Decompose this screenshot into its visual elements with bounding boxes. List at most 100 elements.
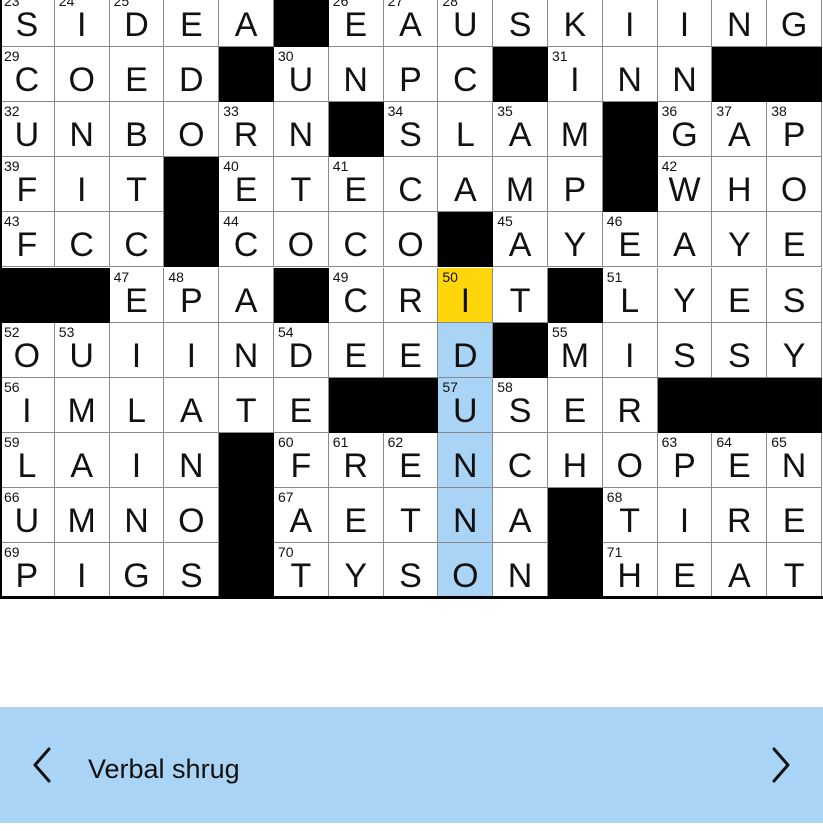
grid-cell[interactable]: R — [602, 377, 658, 433]
grid-cell[interactable]: C — [493, 432, 548, 488]
grid-cell[interactable]: 32 U — [0, 102, 55, 158]
grid-cell[interactable]: T — [219, 377, 274, 433]
grid-cell[interactable]: 36 G — [657, 102, 713, 158]
grid-cell[interactable]: M — [548, 102, 603, 158]
grid-cell[interactable]: S — [767, 267, 822, 323]
grid-cell[interactable]: T — [383, 487, 439, 543]
grid-cell[interactable]: Y — [657, 267, 713, 323]
grid-cell[interactable]: 38 P — [767, 102, 822, 158]
grid-cell[interactable]: A — [493, 487, 548, 543]
grid-cell[interactable]: N — [54, 102, 110, 158]
grid-cell[interactable]: 41 E — [328, 157, 384, 213]
grid-cell[interactable]: E — [657, 543, 713, 599]
grid-cell[interactable]: E — [383, 322, 439, 378]
grid-cell[interactable]: E — [548, 377, 603, 433]
grid-cell[interactable]: 45 A — [493, 212, 548, 268]
grid-cell[interactable]: E — [712, 267, 768, 323]
grid-cell[interactable]: M — [54, 377, 110, 433]
grid-cell[interactable]: 69 P — [0, 543, 55, 599]
grid-cell[interactable]: M — [493, 157, 548, 213]
grid-cell[interactable]: G — [109, 543, 165, 599]
chevron-left-icon[interactable] — [12, 707, 72, 823]
grid-cell[interactable]: 39 F — [0, 157, 55, 213]
grid-cell[interactable]: I — [657, 487, 713, 543]
grid-cell[interactable]: S — [712, 322, 768, 378]
grid-cell[interactable]: 64 E — [712, 432, 768, 488]
grid-cell[interactable]: 24 I — [54, 0, 110, 48]
grid-cell[interactable]: T — [493, 267, 548, 323]
grid-cell[interactable]: A — [712, 543, 768, 599]
grid-cell[interactable]: G — [767, 0, 822, 48]
grid-cell[interactable]: 67 A — [274, 487, 329, 543]
grid-cell[interactable]: 65 N — [767, 432, 822, 488]
grid-cell[interactable]: T — [274, 157, 329, 213]
grid-cell[interactable]: 52 O — [0, 322, 55, 378]
grid-cell[interactable]: H — [712, 157, 768, 213]
grid-cell[interactable]: 54 D — [274, 322, 329, 378]
grid-cell[interactable]: N — [438, 487, 494, 543]
grid-cell[interactable]: 68 T — [602, 487, 658, 543]
grid-cell[interactable]: 34 S — [383, 102, 439, 158]
grid-cell[interactable]: C — [438, 47, 494, 103]
grid-cell[interactable]: L — [438, 102, 494, 158]
grid-cell[interactable]: E — [274, 377, 329, 433]
grid-cell[interactable]: N — [164, 432, 220, 488]
grid-cell[interactable]: 63 P — [657, 432, 713, 488]
grid-cell[interactable]: E — [767, 487, 822, 543]
grid-cell[interactable]: K — [548, 0, 603, 48]
grid-cell[interactable]: M — [54, 487, 110, 543]
grid-cell[interactable]: 58 S — [493, 377, 548, 433]
grid-cell[interactable]: I — [109, 322, 165, 378]
grid-cell[interactable]: E — [328, 322, 384, 378]
grid-cell[interactable]: 25 D — [109, 0, 165, 48]
grid-cell[interactable]: A — [219, 267, 274, 323]
grid-cell[interactable]: D — [164, 47, 220, 103]
grid-cell[interactable]: Y — [328, 543, 384, 599]
grid-cell[interactable]: B — [109, 102, 165, 158]
grid-cell[interactable]: 23 S — [0, 0, 55, 48]
grid-cell[interactable]: 26 E — [328, 0, 384, 48]
grid-cell[interactable]: 33 R — [219, 102, 274, 158]
grid-cell[interactable]: A — [657, 212, 713, 268]
grid-cell[interactable]: N — [274, 102, 329, 158]
grid-cell[interactable]: 70 T — [274, 543, 329, 599]
grid-cell[interactable]: 42 W — [657, 157, 713, 213]
grid-cell[interactable]: C — [54, 212, 110, 268]
grid-cell[interactable]: 57 U — [438, 377, 494, 433]
grid-cell[interactable]: 28 U — [438, 0, 494, 48]
grid-cell[interactable]: I — [602, 0, 658, 48]
grid-cell[interactable]: 30 U — [274, 47, 329, 103]
grid-cell[interactable]: O — [602, 432, 658, 488]
grid-cell[interactable]: H — [548, 432, 603, 488]
grid-cell[interactable]: O — [54, 47, 110, 103]
grid-cell[interactable]: P — [548, 157, 603, 213]
grid-cell[interactable]: 40 E — [219, 157, 274, 213]
grid-cell[interactable]: 37 A — [712, 102, 768, 158]
grid-cell[interactable]: 53 U — [54, 322, 110, 378]
grid-cell[interactable]: D — [438, 322, 494, 378]
grid-cell[interactable]: 47 E — [109, 267, 165, 323]
grid-cell[interactable]: A — [438, 157, 494, 213]
grid-cell[interactable]: C — [109, 212, 165, 268]
grid-cell[interactable]: N — [219, 322, 274, 378]
grid-cell[interactable]: N — [657, 47, 713, 103]
grid-cell[interactable]: N — [109, 487, 165, 543]
grid-cell[interactable]: 62 E — [383, 432, 439, 488]
grid-cell[interactable]: 50 I — [438, 267, 494, 323]
grid-cell[interactable]: Y — [767, 322, 822, 378]
grid-cell[interactable]: Y — [548, 212, 603, 268]
grid-cell[interactable]: 61 R — [328, 432, 384, 488]
grid-cell[interactable]: L — [109, 377, 165, 433]
grid-cell[interactable]: C — [328, 212, 384, 268]
grid-cell[interactable]: S — [493, 0, 548, 48]
chevron-right-icon[interactable] — [751, 707, 811, 823]
grid-cell[interactable]: S — [383, 543, 439, 599]
grid-cell[interactable]: S — [657, 322, 713, 378]
grid-cell[interactable]: 46 E — [602, 212, 658, 268]
grid-cell[interactable]: E — [109, 47, 165, 103]
grid-cell[interactable]: 49 C — [328, 267, 384, 323]
grid-cell[interactable]: I — [54, 543, 110, 599]
grid-cell[interactable]: 35 A — [493, 102, 548, 158]
grid-cell[interactable]: I — [109, 432, 165, 488]
grid-cell[interactable]: N — [602, 47, 658, 103]
